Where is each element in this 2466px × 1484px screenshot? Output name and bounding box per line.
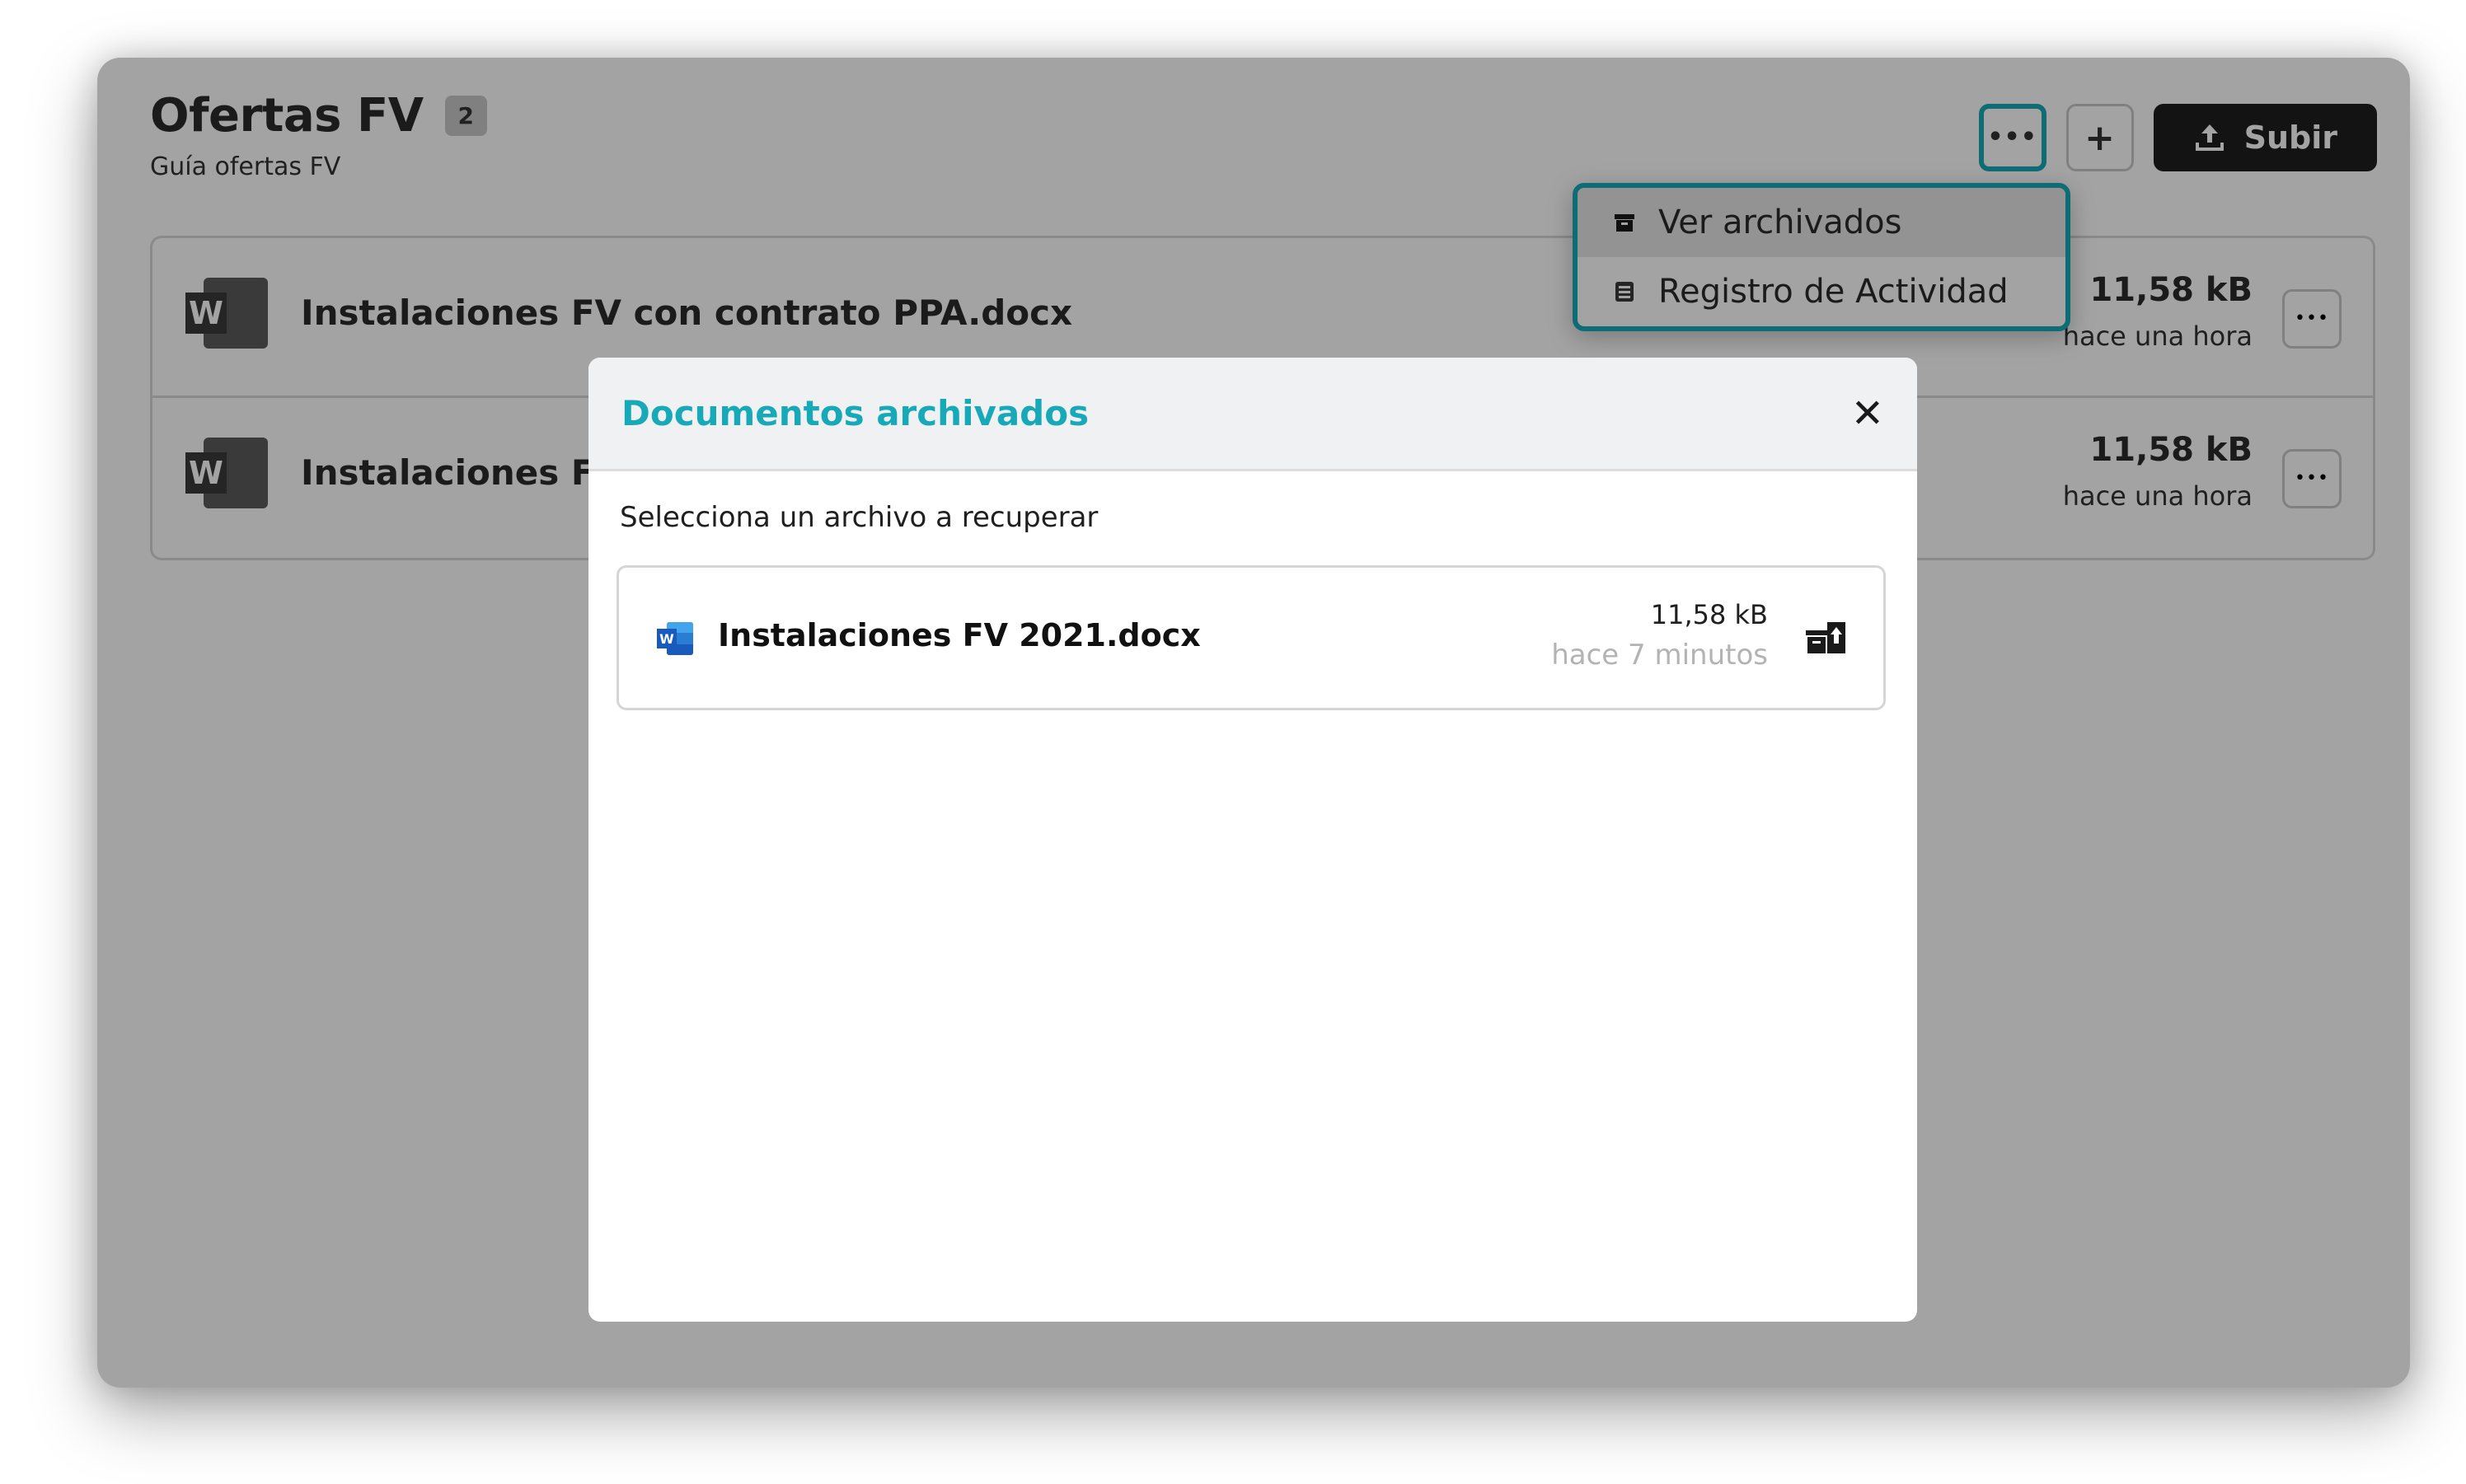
app-window: Ofertas FV 2 Guía ofertas FV ••• + Subir… bbox=[97, 58, 2410, 1388]
modal-title: Documentos archivados bbox=[621, 393, 1090, 433]
restore-archive-icon[interactable] bbox=[1804, 619, 1847, 658]
modal-body: Selecciona un archivo a recuperar W Inst… bbox=[588, 471, 1917, 740]
archived-file-name: Instalaciones FV 2021.docx bbox=[718, 617, 1201, 653]
archived-documents-modal: Documentos archivados ✕ Selecciona un ar… bbox=[588, 358, 1917, 1322]
archived-file-size: 11,58 kB bbox=[1650, 599, 1768, 630]
close-icon[interactable]: ✕ bbox=[1851, 394, 1884, 433]
archived-file-meta: 11,58 kB hace 7 minutos bbox=[1551, 599, 1768, 672]
archived-file-date: hace 7 minutos bbox=[1551, 639, 1768, 672]
word-document-icon: W bbox=[657, 622, 693, 655]
modal-header: Documentos archivados ✕ bbox=[588, 358, 1917, 471]
archived-file-item[interactable]: W Instalaciones FV 2021.docx 11,58 kB ha… bbox=[616, 565, 1886, 710]
modal-instruction: Selecciona un archivo a recuperar bbox=[620, 501, 1099, 534]
